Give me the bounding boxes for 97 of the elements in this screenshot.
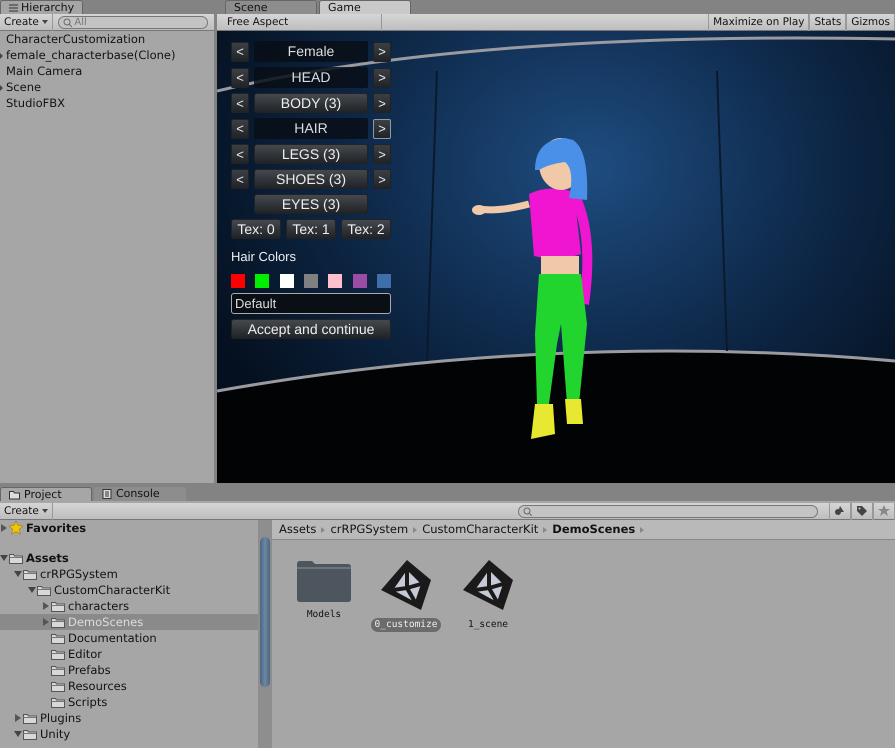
hierarchy-item[interactable]: female_characterbase(Clone) <box>0 47 214 63</box>
option-label: Female <box>254 41 368 62</box>
separator-icon <box>413 526 418 532</box>
panel-tab[interactable]: Project <box>0 487 92 501</box>
breadcrumb-item[interactable]: DemoScenes <box>552 520 636 538</box>
folder-item[interactable]: crRPGSystem <box>0 566 258 582</box>
asset-name[interactable]: 1_scene <box>464 618 512 632</box>
star-icon <box>9 521 23 535</box>
folder-item[interactable]: characters <box>0 598 258 614</box>
favorites-item[interactable]: Favorites <box>0 520 258 536</box>
next-button[interactable]: > <box>373 144 391 164</box>
folder-item[interactable]: CustomCharacterKit <box>0 582 258 598</box>
folder-item[interactable]: Plugins <box>0 710 258 726</box>
folder-item[interactable]: Scripts <box>0 694 258 710</box>
scrollbar-thumb[interactable] <box>260 537 270 687</box>
folder-icon <box>51 648 65 660</box>
texture-button[interactable]: Tex: 0 <box>231 219 281 239</box>
breadcrumb-item[interactable]: crRPGSystem <box>330 520 408 538</box>
separator-icon <box>543 526 548 532</box>
expand-arrow-icon <box>0 85 3 91</box>
hierarchy-item[interactable]: Scene <box>0 79 214 95</box>
option-button[interactable]: LEGS (3) <box>254 144 368 164</box>
panel-tab[interactable]: Console <box>94 487 186 501</box>
color-swatch[interactable] <box>304 274 318 288</box>
hierarchy-item[interactable]: Main Camera <box>0 63 214 79</box>
next-button[interactable]: > <box>373 118 391 138</box>
texture-button[interactable]: Tex: 2 <box>341 219 391 239</box>
separator-icon <box>321 526 326 532</box>
shapes-icon <box>834 505 846 518</box>
accept-button[interactable]: Accept and continue <box>231 319 391 339</box>
folder-item[interactable]: Unity <box>0 726 258 742</box>
hierarchy-item[interactable]: CharacterCustomization <box>0 31 214 47</box>
folder-icon <box>23 568 37 580</box>
previous-button[interactable]: < <box>231 68 249 88</box>
next-button[interactable]: > <box>373 42 391 62</box>
hierarchy-item[interactable]: StudioFBX <box>0 95 214 111</box>
next-button[interactable]: > <box>373 68 391 88</box>
option-button[interactable]: BODY (3) <box>254 93 368 113</box>
star-icon <box>878 505 890 518</box>
asset-name[interactable]: Models <box>302 608 346 622</box>
next-button[interactable]: > <box>373 93 391 113</box>
list-icon <box>9 4 18 12</box>
folder-icon <box>51 680 65 692</box>
texture-button[interactable]: Tex: 1 <box>286 219 336 239</box>
folder-item[interactable]: Documentation <box>0 630 258 646</box>
option-label: HAIR <box>254 118 368 139</box>
previous-button[interactable]: < <box>231 169 249 189</box>
expand-arrow-icon <box>0 524 8 532</box>
tag-icon <box>856 505 868 518</box>
separator-icon <box>640 526 644 532</box>
document-icon <box>102 488 112 499</box>
folder-icon <box>9 490 20 500</box>
folder-item[interactable]: Resources <box>0 678 258 694</box>
folder-icon <box>51 616 65 628</box>
name-field[interactable]: Default <box>231 293 391 314</box>
folder-icon <box>51 696 65 708</box>
breadcrumb-item[interactable]: Assets <box>279 520 316 538</box>
previous-button[interactable]: < <box>231 93 249 113</box>
color-swatch[interactable] <box>231 274 245 288</box>
create-button[interactable]: Create <box>0 502 53 520</box>
folder-item[interactable]: Assets <box>0 550 258 566</box>
caret-icon <box>42 509 48 514</box>
caret-icon <box>42 20 48 24</box>
color-swatch[interactable] <box>328 274 342 288</box>
search-icon <box>63 18 72 26</box>
folder-icon <box>51 632 65 644</box>
option-label: HEAD <box>254 67 368 88</box>
folder-icon <box>37 584 51 596</box>
color-swatch[interactable] <box>280 274 294 288</box>
breadcrumb-item[interactable]: CustomCharacterKit <box>422 520 538 538</box>
color-swatch[interactable] <box>352 274 367 288</box>
search-field[interactable]: All <box>74 14 194 30</box>
search-field[interactable] <box>518 504 818 518</box>
previous-button[interactable]: < <box>231 118 249 138</box>
view-tab[interactable]: Scene <box>225 0 317 14</box>
folder-icon <box>51 600 65 612</box>
option-button[interactable]: SHOES (3) <box>254 169 368 189</box>
folder-icon <box>51 664 65 676</box>
previous-button[interactable]: < <box>231 42 249 62</box>
folder-icon <box>23 728 37 740</box>
panel-tab[interactable]: Hierarchy <box>0 0 84 14</box>
expand-arrow-icon <box>0 53 3 59</box>
previous-button[interactable]: < <box>231 144 249 164</box>
option-button[interactable]: EYES (3) <box>254 194 368 214</box>
folder-icon <box>23 712 37 724</box>
asset-name[interactable]: 0_customize <box>370 618 442 632</box>
folder-icon <box>9 552 23 564</box>
next-button[interactable]: > <box>373 169 391 189</box>
section-label: Hair Colors <box>231 248 298 266</box>
folder-item[interactable]: Prefabs <box>0 662 258 678</box>
color-swatch[interactable] <box>255 274 270 288</box>
folder-icon <box>295 558 353 604</box>
color-swatch[interactable] <box>376 274 391 288</box>
search-icon <box>523 506 532 516</box>
view-tab[interactable]: Game <box>319 0 411 14</box>
search-box[interactable]: All <box>58 16 208 28</box>
folder-item[interactable]: Editor <box>0 646 258 662</box>
